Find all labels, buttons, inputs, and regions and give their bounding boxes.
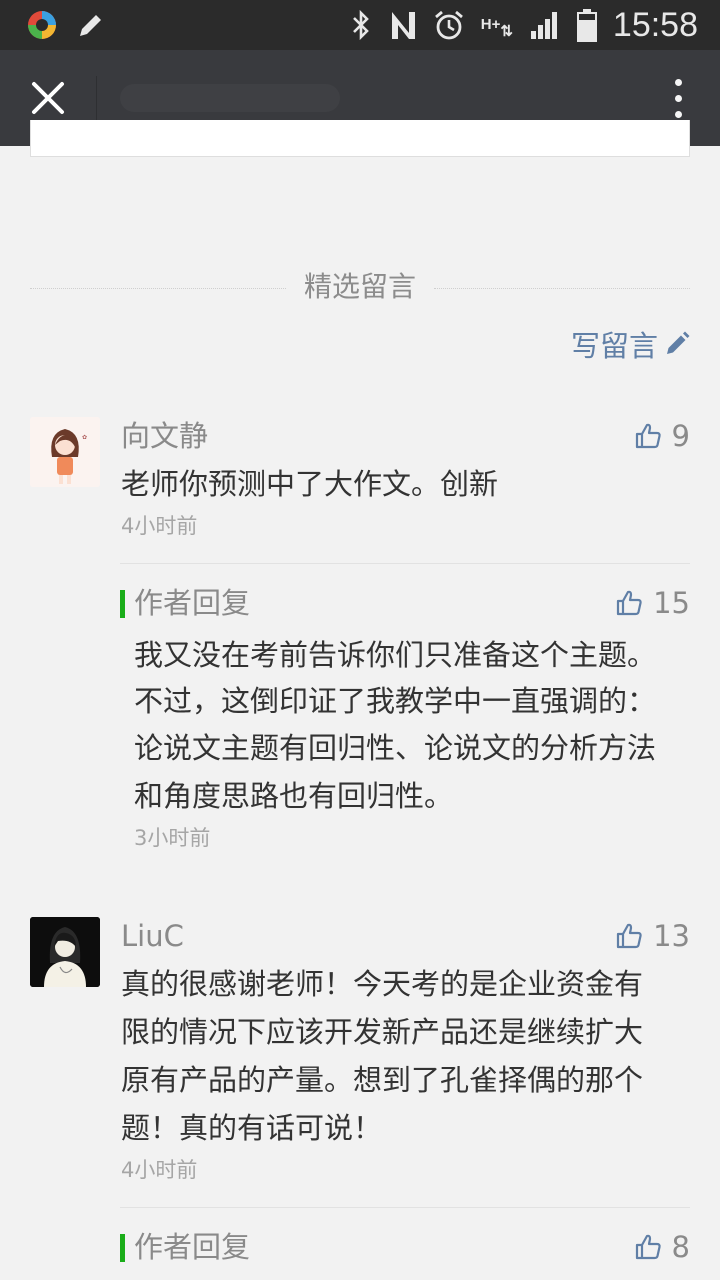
comment-time: 4小时前 <box>121 1158 198 1182</box>
comment-text: 老师你预测中了大作文。创新 <box>121 467 499 501</box>
author-reply-label: 作者回复 <box>134 1230 251 1264</box>
comment-text-line: 题！真的有话可说！ <box>121 1111 383 1145</box>
write-comment-button[interactable]: 写留言 <box>571 324 690 364</box>
comment-divider <box>120 1207 690 1208</box>
battery-icon <box>576 8 597 42</box>
reply-text-line: 我又没在考前告诉你们只准备这个主题。 <box>134 638 657 672</box>
bluetooth-icon <box>349 9 373 41</box>
like-button[interactable]: 15 <box>615 583 690 623</box>
divider-right <box>434 288 690 289</box>
article-card-bottom <box>30 120 690 157</box>
hplus-icon: H+ ⇅ <box>480 16 513 40</box>
signal-icon <box>529 9 561 41</box>
nfc-icon <box>389 9 417 41</box>
more-vertical-icon <box>674 78 682 86</box>
comment-time: 4小时前 <box>121 514 198 538</box>
comment-text-line: 原有产品的产量。想到了孔雀择偶的那个 <box>121 1063 644 1097</box>
close-icon <box>32 82 64 114</box>
avatar[interactable] <box>30 917 100 987</box>
more-button[interactable] <box>666 74 690 122</box>
pencil-icon <box>667 331 690 354</box>
like-button[interactable]: 9 <box>634 416 690 456</box>
close-button[interactable] <box>20 70 76 126</box>
pencil-icon <box>76 10 106 40</box>
app-logo-icon <box>26 9 58 41</box>
section-title: 精选留言 <box>303 270 416 303</box>
like-count: 8 <box>671 1230 690 1264</box>
like-count: 13 <box>653 919 690 953</box>
like-button[interactable]: 13 <box>615 916 690 956</box>
app-bar-divider <box>96 76 97 120</box>
write-comment-label: 写留言 <box>570 329 658 363</box>
thumbs-up-icon <box>635 1234 661 1260</box>
status-bar: H+ ⇅ 15:58 <box>0 0 720 50</box>
thumbs-up-icon <box>616 923 642 949</box>
alarm-icon <box>433 9 465 41</box>
status-time: 15:58 <box>612 5 698 44</box>
comments-section-header: 精选留言 <box>30 266 690 308</box>
reply-text-line: 和角度思路也有回归性。 <box>134 779 454 813</box>
reply-text-line: 论说文主题有回归性、论说文的分析方法 <box>134 731 657 765</box>
comment-author: LiuC <box>121 919 184 953</box>
author-reply-label: 作者回复 <box>134 586 251 620</box>
reply-text-line: 不过，这倒印证了我教学中一直强调的： <box>134 684 657 718</box>
reply-marker <box>120 1234 125 1262</box>
comment-author: 向文静 <box>121 419 209 453</box>
like-button[interactable]: 8 <box>634 1227 690 1267</box>
comment-divider <box>120 563 690 564</box>
comment-text-line: 限的情况下应该开发新产品还是继续扩大 <box>121 1015 644 1049</box>
svg-text:✿: ✿ <box>82 434 87 441</box>
thumbs-up-icon <box>635 423 661 449</box>
like-count: 9 <box>671 419 690 453</box>
like-count: 15 <box>653 586 690 620</box>
reply-time: 3小时前 <box>134 826 211 850</box>
reply-marker <box>120 590 125 618</box>
comment-text-line: 真的很感谢老师！今天考的是企业资金有 <box>121 967 644 1001</box>
thumbs-up-icon <box>616 590 642 616</box>
page-title-placeholder <box>120 84 340 112</box>
avatar[interactable]: ✿ <box>30 417 100 487</box>
